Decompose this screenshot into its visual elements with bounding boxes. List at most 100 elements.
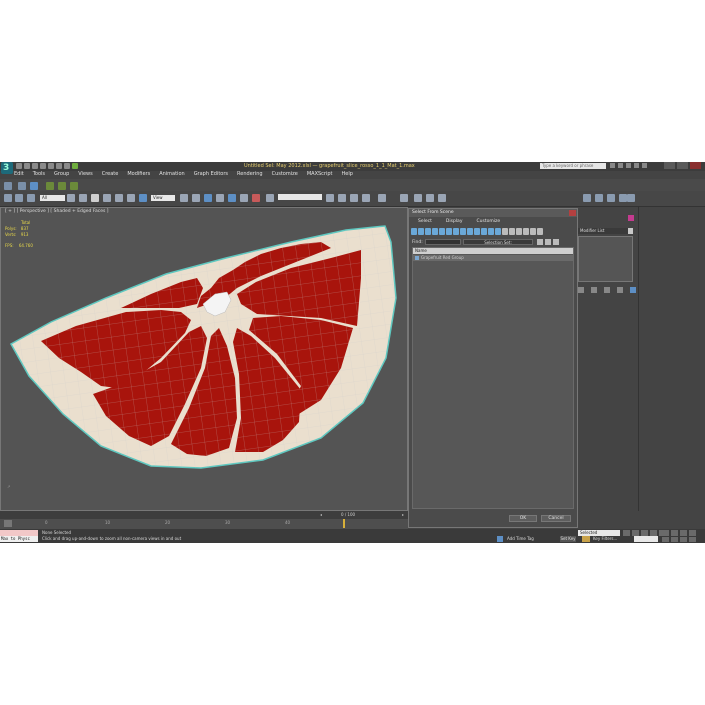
pan-icon[interactable]	[671, 537, 678, 542]
zoom-all-icon[interactable]	[671, 530, 678, 536]
render-setup-icon[interactable]	[426, 194, 434, 202]
remove-modifier-icon[interactable]	[617, 287, 623, 293]
keyboard-shortcut-icon[interactable]	[204, 194, 212, 202]
hold-icon[interactable]	[56, 163, 62, 169]
dialog-menu-select[interactable]: Select	[417, 218, 433, 226]
select-by-name-icon[interactable]	[79, 194, 87, 202]
menu-graph-editors[interactable]: Graph Editors	[194, 171, 228, 178]
open-file-icon[interactable]	[24, 163, 30, 169]
menu-customize[interactable]: Customize	[272, 171, 298, 178]
graphite-toggle-icon[interactable]	[362, 194, 370, 202]
align-icon[interactable]	[338, 194, 346, 202]
window-crossing-icon[interactable]	[103, 194, 111, 202]
zoom-extents-icon[interactable]	[680, 530, 687, 536]
perspective-viewport[interactable]: [ + ] [ Perspective ] [ Shaded + Edged F…	[0, 207, 408, 511]
app-logo-icon[interactable]: 3	[1, 162, 13, 174]
create-set-icon[interactable]	[537, 239, 543, 245]
menu-help[interactable]: Help	[342, 171, 353, 178]
mini-curve-editor-icon[interactable]	[4, 520, 12, 527]
schematic-view-icon[interactable]	[400, 194, 408, 202]
display-tab-icon[interactable]	[627, 194, 635, 202]
menu-rendering[interactable]: Rendering	[237, 171, 263, 178]
layer-manager-icon[interactable]	[46, 182, 54, 190]
zoom-extents-all-icon[interactable]	[689, 530, 696, 536]
motion-tab-icon[interactable]	[619, 194, 627, 202]
list-item[interactable]: Grapefruit Red Group	[413, 255, 573, 261]
layer-select-icon[interactable]	[70, 182, 78, 190]
display-helpers-icon[interactable]	[439, 228, 445, 235]
search-input[interactable]: Type a keyword or phrase	[540, 163, 606, 169]
select-none-icon[interactable]	[509, 228, 515, 235]
modify-tab-icon[interactable]	[595, 194, 603, 202]
mirror-icon[interactable]	[326, 194, 334, 202]
spinner-snap-icon[interactable]	[252, 194, 260, 202]
display-warps-icon[interactable]	[446, 228, 452, 235]
unlink-icon[interactable]	[15, 194, 23, 202]
unlink-icon[interactable]	[18, 182, 26, 190]
modifier-list-dropdown[interactable]: Modifier List	[578, 228, 630, 234]
display-lights-icon[interactable]	[425, 228, 431, 235]
new-file-icon[interactable]	[16, 163, 22, 169]
track-bar[interactable]: 0 10 20 30 40	[0, 519, 408, 529]
binoculars-icon[interactable]	[610, 163, 615, 168]
fetch-icon[interactable]	[64, 163, 70, 169]
goto-start-icon[interactable]	[623, 530, 630, 536]
zoom-icon[interactable]	[662, 530, 669, 536]
modifier-stack[interactable]	[578, 236, 633, 282]
named-selection-dropdown[interactable]	[278, 194, 322, 200]
edit-named-selection-icon[interactable]	[266, 194, 274, 202]
display-none-icon[interactable]	[481, 228, 487, 235]
snaps-toggle-icon[interactable]	[216, 194, 224, 202]
filter-icon[interactable]	[530, 228, 536, 235]
chevron-down-icon[interactable]	[628, 228, 633, 234]
menu-tools[interactable]: Tools	[33, 171, 45, 178]
display-geometry-icon[interactable]	[411, 228, 417, 235]
rotate-icon[interactable]	[127, 194, 135, 202]
edit-set-icon[interactable]	[545, 239, 551, 245]
layer-explorer-icon[interactable]	[350, 194, 358, 202]
render-frame-icon[interactable]	[438, 194, 446, 202]
select-manipulate-icon[interactable]	[192, 194, 200, 202]
menu-modifiers[interactable]: Modifiers	[127, 171, 150, 178]
key-filters-button[interactable]: Key Filters...	[593, 536, 617, 541]
menu-edit[interactable]: Edit	[14, 171, 24, 178]
select-all-icon[interactable]	[502, 228, 508, 235]
angle-snap-icon[interactable]	[228, 194, 236, 202]
add-time-tag[interactable]: Add Time Tag	[507, 536, 534, 541]
subscription-icon[interactable]	[618, 163, 623, 168]
dialog-menu-display[interactable]: Display	[445, 218, 464, 226]
redo-icon[interactable]	[48, 163, 54, 169]
curve-editor-icon[interactable]	[378, 194, 386, 202]
link-icon[interactable]	[4, 194, 12, 202]
display-invert-icon[interactable]	[488, 228, 494, 235]
hierarchy-tab-icon[interactable]	[607, 194, 615, 202]
create-tab-icon[interactable]	[583, 194, 591, 202]
sync-selection-icon[interactable]	[495, 228, 501, 235]
object-color-swatch[interactable]	[628, 215, 634, 221]
key-icon[interactable]	[582, 536, 590, 542]
cancel-button[interactable]: Cancel	[541, 515, 571, 522]
selection-dropdown[interactable]: Selected	[578, 530, 620, 536]
reference-coord-dropdown[interactable]: View	[151, 195, 175, 201]
find-case-sensitive-icon[interactable]	[523, 228, 529, 235]
menu-animation[interactable]: Animation	[159, 171, 185, 178]
time-tag-icon[interactable]	[497, 536, 503, 542]
selection-filter-dropdown[interactable]: All	[40, 195, 65, 201]
communication-icon[interactable]	[626, 163, 631, 168]
make-unique-icon[interactable]	[604, 287, 610, 293]
column-header-name[interactable]: Name	[413, 248, 573, 254]
maxscript-listener[interactable]: Max to Physc	[0, 530, 38, 542]
current-frame-field[interactable]	[634, 536, 658, 542]
set-key-button[interactable]: Set Key	[560, 536, 576, 542]
help-icon[interactable]	[642, 163, 647, 168]
pin-stack-icon[interactable]	[578, 287, 584, 293]
rectangular-selection-icon[interactable]	[91, 194, 99, 202]
configure-sets-icon[interactable]	[630, 287, 636, 293]
scene-object-list[interactable]: Name Grapefruit Red Group	[412, 247, 574, 509]
fov-icon[interactable]	[662, 537, 669, 542]
minimize-icon[interactable]	[664, 162, 675, 169]
next-frame-icon[interactable]: ▸	[402, 512, 407, 518]
display-bones-icon[interactable]	[467, 228, 473, 235]
close-icon[interactable]	[690, 162, 701, 169]
maximize-viewport-icon[interactable]	[689, 537, 696, 542]
